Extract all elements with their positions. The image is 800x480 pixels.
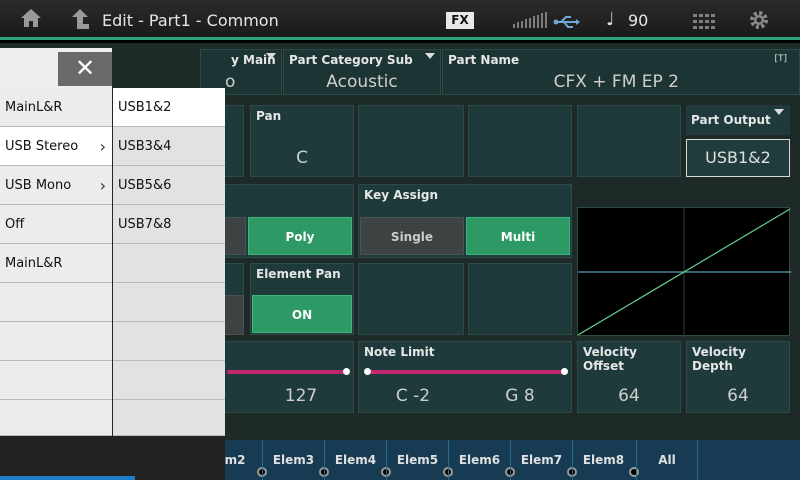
slider-knob[interactable] (561, 368, 568, 375)
note-limit-low: C -2 (395, 386, 431, 406)
option-usb-stereo[interactable]: USB Stereo › (0, 127, 112, 166)
option-empty (0, 361, 112, 400)
dropdown-triangle-icon (425, 53, 435, 59)
empty-cell (577, 105, 681, 177)
part-name-cell[interactable]: Part Name [T] CFX + FM EP 2 (442, 49, 800, 95)
tempo-value[interactable]: 90 (628, 11, 648, 30)
option-mainlr[interactable]: MainL&R (0, 88, 112, 127)
poly-button[interactable]: Poly (248, 217, 352, 255)
footer-accent (0, 476, 135, 480)
dropdown-triangle-icon (774, 109, 784, 115)
sub-option-usb1-2[interactable]: USB1&2 (113, 88, 225, 127)
sub-option-empty (113, 361, 225, 400)
pan-cell[interactable]: Pan C (250, 105, 354, 177)
velocity-curve-graph (577, 207, 791, 337)
empty-cell (468, 263, 572, 335)
sub-option-empty (113, 283, 225, 322)
part-name-value: CFX + FM EP 2 (553, 72, 679, 92)
note-limit-cell[interactable]: Note Limit C -2 G 8 (358, 341, 572, 413)
close-icon[interactable]: ✕ (58, 52, 112, 86)
option-empty (0, 322, 112, 361)
slider-knob[interactable] (364, 368, 371, 375)
note-limit-high: G 8 (505, 386, 535, 406)
empty-cell (468, 105, 572, 177)
sub-option-empty (113, 244, 225, 283)
sub-option-usb3-4[interactable]: USB3&4 (113, 127, 225, 166)
velocity-offset-cell[interactable]: Velocity Offset 64 (577, 341, 681, 413)
tab-element-6[interactable]: Elem6 (448, 440, 515, 480)
chevron-right-icon: › (99, 137, 106, 156)
dropdown-triangle-icon (266, 53, 276, 59)
empty-cell (358, 105, 464, 177)
option-off[interactable]: Off (0, 205, 112, 244)
part-output-value[interactable]: USB1&2 (686, 139, 790, 177)
note-limit-slider[interactable] (367, 370, 565, 374)
popup-footer (0, 436, 225, 480)
up-arrow-icon[interactable] (70, 8, 90, 35)
tab-element-8[interactable]: Elem8 (572, 440, 639, 480)
top-bar: Edit - Part1 - Common FX ♩ 90 (0, 0, 800, 40)
part-category-sub-cell[interactable]: Part Category Sub Acoustic (283, 49, 441, 95)
sub-option-empty (113, 400, 225, 436)
tab-element-5[interactable]: Elem5 (386, 440, 453, 480)
velocity-limit-slider[interactable] (227, 370, 345, 374)
meter-icon (512, 10, 548, 34)
part-output-header: Part Output (686, 105, 790, 135)
slider-knob[interactable] (343, 368, 350, 375)
tab-element-7[interactable]: Elem7 (510, 440, 577, 480)
sub-option-usb5-6[interactable]: USB5&6 (113, 166, 225, 205)
option-empty (0, 400, 112, 436)
option-usb-mono[interactable]: USB Mono › (0, 166, 112, 205)
chevron-right-icon: › (99, 176, 106, 195)
screen-title: Edit - Part1 - Common (102, 11, 279, 30)
pan-value: C (296, 148, 308, 168)
tab-element-3[interactable]: Elem3 (262, 440, 329, 480)
option-empty (0, 283, 112, 322)
element-pan-toggle[interactable]: ON (252, 295, 352, 333)
fx-indicator[interactable]: FX (446, 12, 474, 29)
sub-option-empty (113, 322, 225, 361)
grid-icon[interactable] (693, 11, 715, 35)
empty-cell (358, 263, 464, 335)
multi-button[interactable]: Multi (466, 217, 570, 255)
usb-icon (553, 11, 581, 35)
velocity-depth-cell[interactable]: Velocity Depth 64 (686, 341, 790, 413)
tab-all[interactable]: All (636, 440, 698, 480)
tempo-note-icon: ♩ (606, 9, 615, 30)
home-icon[interactable] (20, 8, 42, 33)
gear-icon[interactable] (748, 9, 770, 36)
option-mainlr-2[interactable]: MainL&R (0, 244, 112, 283)
sub-option-usb7-8[interactable]: USB7&8 (113, 205, 225, 244)
single-button[interactable]: Single (360, 217, 464, 255)
text-edit-badge: [T] (774, 54, 787, 64)
tab-element-4[interactable]: Elem4 (324, 440, 391, 480)
